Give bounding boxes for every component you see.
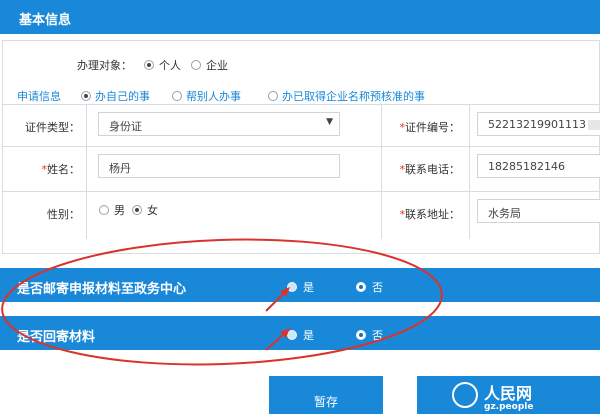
annotation-arrow <box>265 332 286 351</box>
annotation-ellipse <box>1 238 443 366</box>
annotation-overlay <box>1 238 443 366</box>
annotation-arrow <box>265 291 286 312</box>
